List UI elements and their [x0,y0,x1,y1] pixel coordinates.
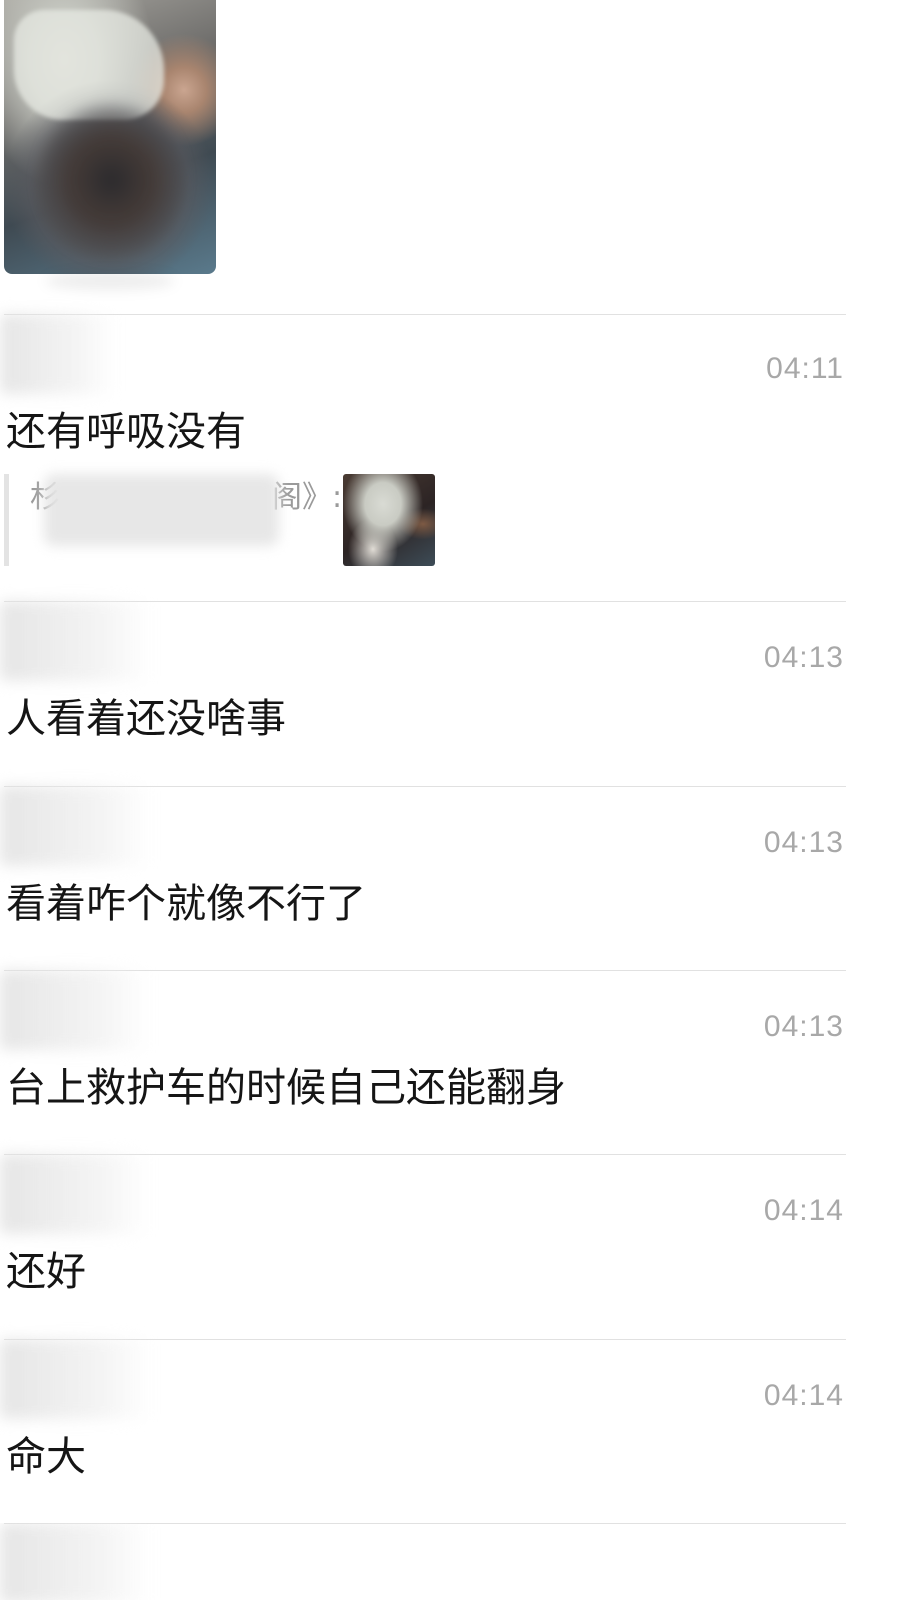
message-item[interactable]: 04:11 还有呼吸没有 杉 阁》: [0,314,900,602]
message-text: 看着咋个就像不行了 [6,881,366,927]
sender-name-blurred [0,314,115,394]
message-text: 人看着还没啥事 [6,696,286,742]
sender-name-blurred [0,786,150,866]
quote-bar [4,474,9,566]
quote-image-thumbnail[interactable] [343,474,435,566]
message-time: 04:13 [763,826,844,859]
message-time: 04:13 [763,641,844,674]
message-item[interactable]: 04:13 台上救护车的时候自己还能翻身 [0,970,900,1155]
message-time: 04:13 [763,1010,844,1043]
sender-name-blurred [0,1523,150,1600]
message-item[interactable]: 04:14 命大 [0,1339,900,1524]
quote-sender-blurred [44,474,279,546]
message-text: 台上救护车的时候自己还能翻身 [6,1065,566,1111]
message-item[interactable]: 04:14 还好 [0,1154,900,1339]
message-text: 还有呼吸没有 [6,409,246,455]
sender-name-blurred [0,1154,148,1234]
message-item[interactable]: 04:13 人看着还没啥事 [0,601,900,786]
quote-suffix: 阁》: [272,480,343,515]
image-shadow [45,272,175,290]
sender-name-blurred [0,970,148,1050]
message-text: 命大 [6,1434,86,1480]
message-text: 还好 [6,1249,86,1295]
message-time: 04:11 [766,352,844,385]
message-item[interactable]: 04:13 看着咋个就像不行了 [0,786,900,971]
sender-name-blurred [0,601,150,681]
image-blur-overlay [39,100,184,260]
quoted-message[interactable]: 杉 阁》: [4,474,444,566]
image-message[interactable] [4,0,216,274]
message-time: 04:14 [763,1379,844,1412]
message-item-partial[interactable] [0,1523,900,1600]
message-time: 04:14 [763,1194,844,1227]
sender-name-blurred [0,1339,150,1419]
